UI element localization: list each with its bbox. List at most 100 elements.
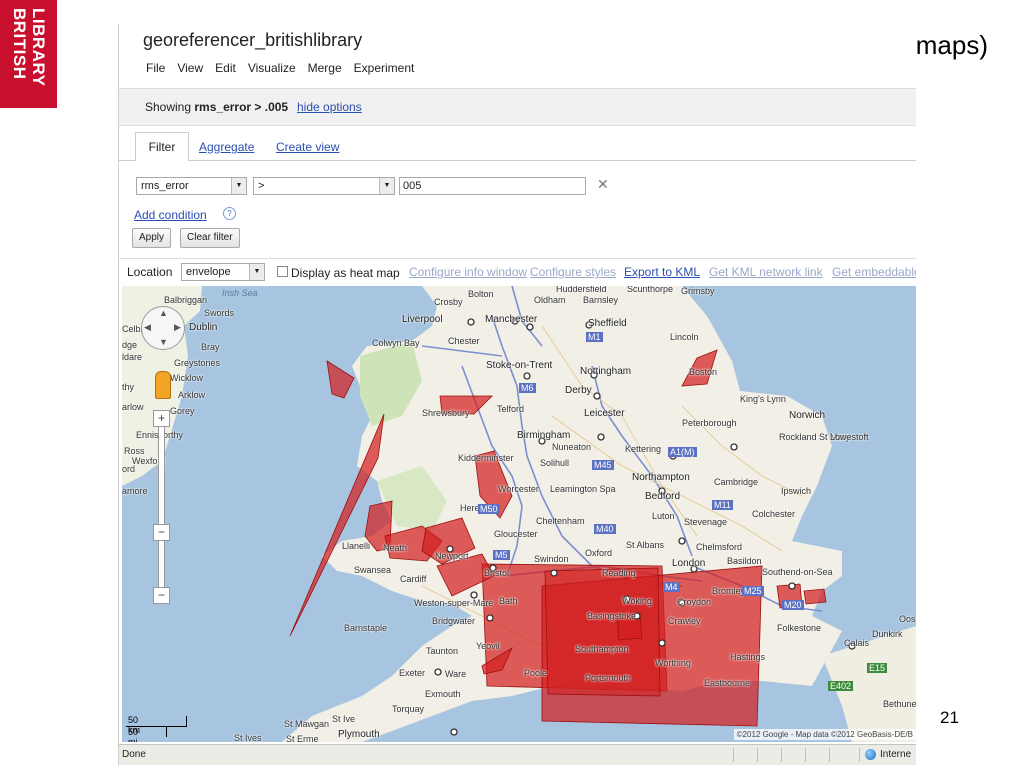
place-label: Ross	[124, 446, 145, 456]
place-label: Taunton	[426, 646, 459, 656]
place-label: ldare	[122, 352, 143, 362]
status-cell	[781, 748, 806, 762]
road-label: M40	[594, 524, 616, 534]
chevron-up-icon[interactable]: ▲	[159, 308, 168, 318]
place-label: St Mawgan	[284, 719, 330, 729]
place-label: Dublin	[189, 322, 218, 333]
help-icon[interactable]: ?	[223, 207, 236, 220]
menu-file[interactable]: File	[146, 61, 165, 75]
place-label: Chester	[448, 336, 480, 346]
zoom-out-button[interactable]: −	[153, 587, 170, 604]
place-label: Irish Sea	[222, 288, 258, 298]
place-label: Eastbourne	[704, 678, 751, 688]
status-cell	[733, 748, 758, 762]
filter-panel: rms_error ▼ > ▼ 005 ✕ Add condition ? Ap…	[119, 161, 916, 254]
close-icon[interactable]: ✕	[597, 176, 609, 193]
place-label: Oxford	[585, 548, 613, 558]
chevron-down-icon: ▼	[379, 178, 394, 194]
export-kml-link[interactable]: Export to KML	[624, 265, 700, 279]
zoom-slider-handle[interactable]: −	[153, 524, 170, 541]
place-label: Plymouth	[338, 729, 380, 740]
place-label: Bridgwater	[432, 616, 476, 626]
place-label: Manchester	[485, 314, 538, 325]
place-label: Torquay	[392, 704, 425, 714]
showing-query: rms_error > .005	[194, 100, 289, 114]
place-label: Bedford	[645, 491, 681, 502]
filter-value-input[interactable]: 005	[399, 177, 586, 195]
logo-line2: BRITISH	[10, 8, 29, 80]
filter-operator-select[interactable]: > ▼	[253, 177, 395, 195]
get-kml-network-link[interactable]: Get KML network link	[709, 265, 823, 279]
chevron-left-icon[interactable]: ◀	[144, 322, 151, 333]
place-label: Arklow	[178, 390, 206, 400]
pan-control[interactable]: ▲ ▼ ◀ ▶	[141, 306, 185, 350]
place-label: Hastings	[730, 652, 766, 662]
app-window: georeferencer_britishlibrary File View E…	[118, 24, 916, 765]
place-label: Wicklow	[170, 373, 203, 383]
place-label: Telford	[497, 404, 525, 414]
status-cell	[757, 748, 782, 762]
location-label: Location	[127, 265, 173, 279]
place-label: Basildon	[727, 556, 762, 566]
chevron-down-icon: ▼	[231, 178, 246, 194]
tab-create-view[interactable]: Create view	[276, 140, 339, 154]
place-label: Llanelli	[342, 541, 371, 551]
tab-aggregate[interactable]: Aggregate	[199, 140, 254, 154]
place-label: Derby	[565, 385, 592, 396]
place-label: Leicester	[584, 408, 625, 419]
place-label: Bromley	[712, 586, 746, 596]
place-label: Northampton	[632, 472, 690, 483]
place-label: Swords	[204, 308, 235, 318]
filter-operator-value: >	[258, 180, 265, 192]
filter-column-select[interactable]: rms_error ▼	[136, 177, 247, 195]
place-label: Basingstoke	[587, 611, 637, 621]
menu-view[interactable]: View	[177, 61, 203, 75]
chevron-right-icon[interactable]: ▶	[174, 322, 181, 333]
place-label: Calais	[844, 638, 870, 648]
zoom-in-button[interactable]: +	[153, 410, 170, 427]
slide-number: 21	[940, 708, 959, 727]
road-label: M11	[712, 500, 733, 510]
menu-edit[interactable]: Edit	[215, 61, 236, 75]
location-select[interactable]: envelope ▼	[181, 263, 265, 281]
place-label: Croydon	[677, 597, 712, 607]
road-label: M45	[592, 460, 614, 470]
heat-map-checkbox[interactable]	[277, 266, 288, 277]
get-embeddable-link[interactable]: Get embeddable	[832, 265, 916, 279]
place-label: Bath	[499, 596, 518, 606]
place-label: Kettering	[625, 444, 662, 454]
place-label: St Ive	[332, 714, 356, 724]
clear-filter-button[interactable]: Clear filter	[180, 228, 240, 248]
hide-options-link[interactable]: hide options	[297, 100, 362, 114]
road-label: M5	[493, 550, 510, 560]
zoom-slider-track[interactable]	[158, 426, 165, 588]
logo-line1: LIBRARY	[29, 8, 48, 87]
envelope-wales-nw	[326, 360, 355, 399]
apply-button[interactable]: Apply	[132, 228, 172, 248]
place-label: Bethune	[883, 699, 916, 709]
add-condition-link[interactable]: Add condition	[134, 208, 207, 222]
place-label: Neath	[383, 543, 408, 553]
place-label: Southampton	[575, 644, 629, 654]
place-label: Norwich	[789, 410, 826, 421]
menu-merge[interactable]: Merge	[308, 61, 342, 75]
place-label: Colchester	[752, 509, 796, 519]
configure-info-window-link[interactable]: Configure info window	[409, 265, 527, 279]
tab-filter[interactable]: Filter	[135, 132, 189, 162]
place-label: Luton	[652, 511, 675, 521]
configure-styles-link[interactable]: Configure styles	[530, 265, 616, 279]
place-label: Newport	[435, 551, 469, 561]
place-label: Lincoln	[670, 332, 699, 342]
place-label: Chelmsford	[696, 542, 743, 552]
place-label: Gorey	[170, 406, 195, 416]
place-label: London	[672, 558, 706, 569]
chevron-down-icon[interactable]: ▼	[159, 337, 168, 347]
menu-experiment[interactable]: Experiment	[354, 61, 415, 75]
menu-visualize[interactable]: Visualize	[248, 61, 296, 75]
place-label: Exmouth	[425, 689, 461, 699]
place-label: Portsmouth	[585, 673, 632, 683]
place-label: Bray	[201, 342, 220, 352]
map-canvas[interactable]: Irish Sea Balbriggan Swords Dublin Bray …	[122, 286, 916, 742]
place-label: Colwyn Bay	[372, 338, 420, 348]
street-view-pegman-icon[interactable]	[155, 371, 171, 399]
